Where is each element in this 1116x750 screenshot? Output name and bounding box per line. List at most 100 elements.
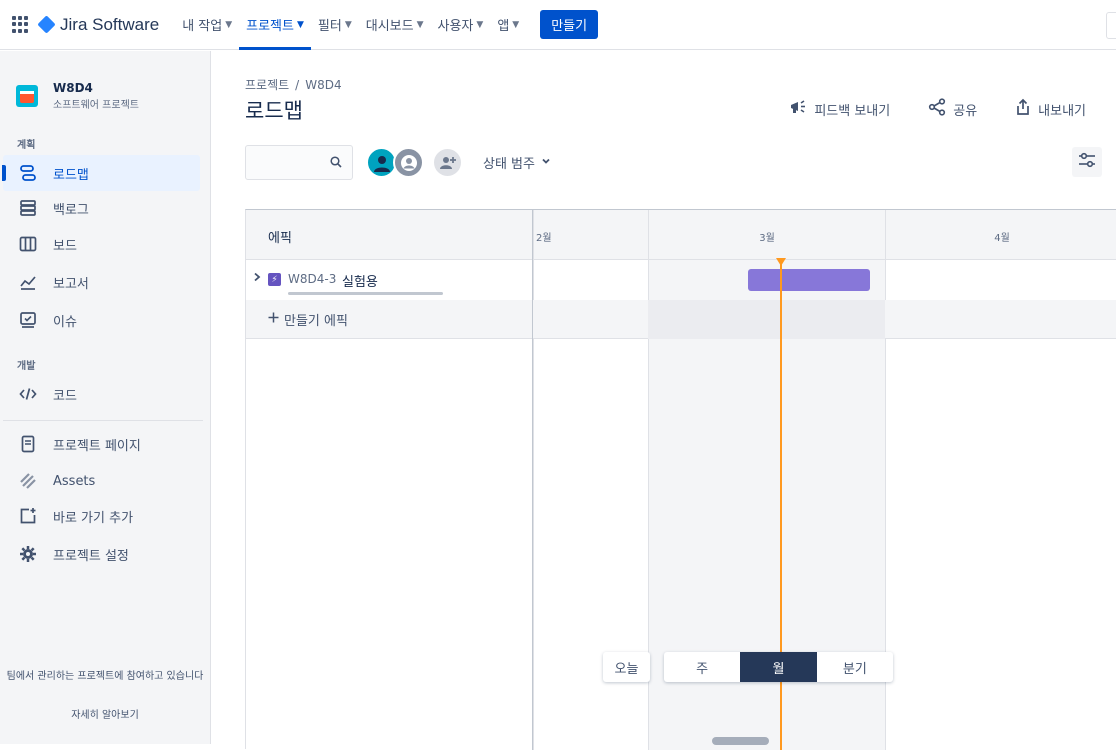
user-avatar-icon: [400, 154, 417, 171]
project-avatar: [16, 85, 38, 107]
sidebar-item-project-pages[interactable]: 프로젝트 페이지: [3, 426, 200, 462]
share-icon: [928, 98, 946, 120]
create-button[interactable]: 만들기: [540, 10, 599, 39]
sidebar-divider: [3, 420, 203, 421]
top-navigation: Jira Software 내 작업 ▼ 프로젝트 ▼ 필터 ▼ 대시보드 ▼ 사용자 ▼…: [0, 0, 1116, 50]
page-icon: [18, 434, 38, 454]
assets-icon: [18, 471, 38, 491]
chevron-down-icon: ▼: [225, 19, 233, 30]
sidebar-item-add-shortcut[interactable]: 바로 가기 추가: [3, 498, 200, 534]
section-development: 개발: [17, 361, 36, 372]
epic-progress-bar: [288, 292, 443, 295]
nav-people[interactable]: 사용자 ▼: [431, 0, 491, 50]
epic-column-header: 에픽: [268, 231, 292, 246]
epic-column: 에픽 ⚡ W8D4-3 실험용: [246, 210, 533, 750]
app-switcher-icon[interactable]: [12, 15, 30, 34]
add-shortcut-icon: [18, 506, 38, 526]
roadmap-search-input[interactable]: [245, 145, 353, 180]
nav-label: 필터: [317, 19, 342, 34]
month-label: 3월: [759, 233, 775, 244]
team-managed-notice: 팀에서 관리하는 프로젝트에 참여하고 있습니다: [6, 671, 204, 682]
product-name: Jira Software: [60, 14, 160, 34]
epic-title[interactable]: 실험용: [342, 271, 378, 290]
status-category-label: 상태 범주: [483, 157, 535, 172]
user-avatar-icon: [373, 155, 390, 172]
zoom-months[interactable]: 월: [740, 652, 817, 682]
nav-label: 앱: [497, 19, 510, 34]
chevron-down-icon: ▼: [416, 19, 424, 30]
avatar[interactable]: [393, 147, 424, 178]
sidebar-item-label: 프로젝트 페이지: [53, 438, 141, 454]
chevron-down-icon: ▼: [476, 19, 484, 30]
chevron-down-icon: ▼: [344, 19, 352, 30]
epic-row[interactable]: ⚡ W8D4-3 실험용: [246, 260, 533, 300]
epic-key[interactable]: W8D4-3: [288, 272, 336, 286]
month-column-apr: 4월: [885, 210, 1116, 750]
sidebar-item-label: 프로젝트 설정: [53, 548, 129, 564]
backlog-icon: [18, 198, 38, 218]
project-name: W8D4: [53, 81, 93, 95]
nav-projects[interactable]: 프로젝트 ▼: [239, 0, 311, 50]
epic-schedule-bar[interactable]: [748, 269, 870, 291]
jira-diamond-icon: [37, 15, 56, 34]
sidebar-item-project-settings[interactable]: 프로젝트 설정: [3, 536, 200, 572]
sidebar-item-issues[interactable]: 이슈: [3, 302, 200, 338]
sidebar-item-backlog[interactable]: 백로그: [3, 190, 200, 226]
project-type: 소프트웨어 프로젝트: [53, 100, 139, 111]
sidebar-item-board[interactable]: 보드: [3, 226, 200, 262]
timeline-zoom-toggle: 주 월 분기: [664, 652, 893, 682]
feedback-button[interactable]: 피드백 보내기: [789, 98, 890, 120]
sidebar-item-assets[interactable]: Assets: [3, 463, 200, 499]
zoom-weeks[interactable]: 주: [664, 652, 740, 682]
jira-logo[interactable]: Jira Software: [37, 14, 160, 35]
chevron-down-icon: ▼: [296, 19, 304, 30]
share-button[interactable]: 공유: [928, 98, 977, 120]
breadcrumb-separator: /: [295, 78, 300, 92]
export-label: 내보내기: [1038, 103, 1086, 119]
nav-dashboards[interactable]: 대시보드 ▼: [359, 0, 431, 50]
nav-apps[interactable]: 앱 ▼: [490, 0, 526, 50]
today-marker-icon: [776, 258, 786, 266]
nav-label: 프로젝트: [246, 19, 294, 34]
view-settings-button[interactable]: [1072, 147, 1102, 177]
status-category-dropdown[interactable]: 상태 범주: [483, 153, 551, 172]
breadcrumb-projects[interactable]: 프로젝트: [245, 78, 289, 92]
sidebar-item-label: 이슈: [53, 314, 77, 330]
export-button[interactable]: 내보내기: [1015, 98, 1086, 120]
sidebar-item-label: 바로 가기 추가: [53, 510, 134, 526]
today-button[interactable]: 오늘: [603, 652, 650, 682]
nav-label: 내 작업: [182, 19, 223, 34]
nav-filters[interactable]: 필터 ▼: [311, 0, 359, 50]
learn-more-link[interactable]: 자세히 알아보기: [0, 708, 210, 723]
month-label: 2월: [536, 233, 552, 244]
sidebar-item-label: 백로그: [53, 202, 89, 218]
megaphone-icon: [789, 99, 807, 119]
sidebar-item-label: 로드맵: [53, 167, 89, 183]
issues-icon: [18, 310, 38, 330]
zoom-quarters[interactable]: 분기: [817, 652, 893, 682]
code-icon: [18, 384, 38, 404]
chevron-down-icon: ▼: [512, 19, 520, 30]
settings-icon: [18, 544, 38, 564]
sidebar-item-code[interactable]: 코드: [3, 376, 200, 412]
chevron-right-icon[interactable]: [253, 272, 261, 285]
search-icon: [330, 156, 342, 172]
sidebar-item-reports[interactable]: 보고서: [3, 264, 200, 300]
section-planning: 계획: [17, 140, 36, 151]
export-icon: [1015, 98, 1031, 120]
breadcrumb-project[interactable]: W8D4: [305, 78, 341, 92]
share-label: 공유: [953, 103, 978, 119]
project-header[interactable]: W8D4 소프트웨어 프로젝트: [16, 81, 139, 111]
chevron-down-icon: [541, 155, 551, 170]
feedback-label: 피드백 보내기: [814, 103, 891, 119]
global-search-input[interactable]: [1106, 12, 1116, 39]
nav-your-work[interactable]: 내 작업 ▼: [175, 0, 239, 50]
roadmap-main: 프로젝트 / W8D4 로드맵 피드백 보내기 공유 내보내기 상태 범주 2월…: [211, 51, 1116, 750]
add-people-button[interactable]: [432, 147, 463, 178]
project-sidebar: W8D4 소프트웨어 프로젝트 계획 로드맵 백로그 보드 보고서 이슈 개발: [0, 51, 211, 744]
roadmap-icon: [18, 163, 38, 183]
primary-nav: 내 작업 ▼ 프로젝트 ▼ 필터 ▼ 대시보드 ▼ 사용자 ▼ 앱 ▼: [175, 0, 526, 50]
sidebar-item-roadmap[interactable]: 로드맵: [2, 155, 200, 191]
sidebar-item-label: 보드: [53, 238, 77, 254]
epic-lightning-icon: ⚡: [268, 273, 281, 286]
